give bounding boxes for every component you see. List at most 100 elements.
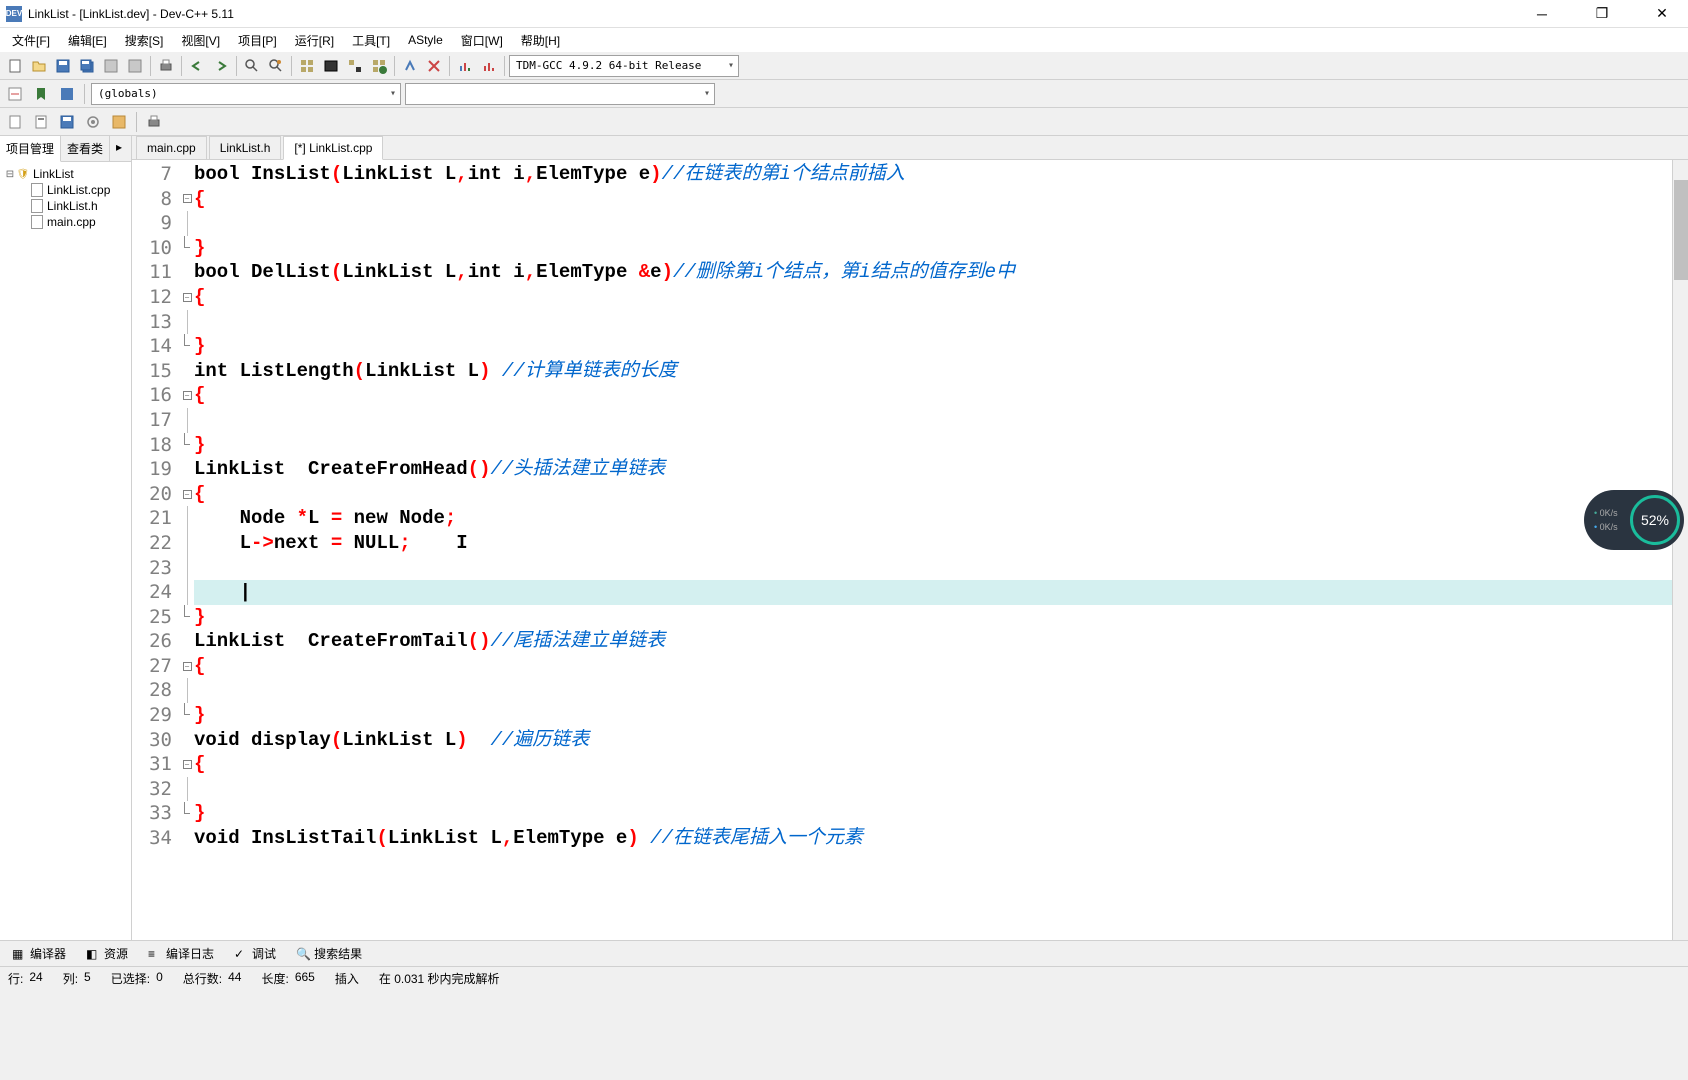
menu-bar: 文件[F]编辑[E]搜索[S]视图[V]项目[P]运行[R]工具[T]AStyl… [0,28,1688,52]
save-icon-2[interactable] [56,111,78,133]
delete-profile-icon[interactable] [478,55,500,77]
menu-item[interactable]: 视图[V] [173,30,228,51]
status-label: 已选择: [111,970,150,987]
toolbar-edit [0,108,1688,136]
print-icon[interactable] [155,55,177,77]
status-line: 24 [29,970,42,987]
bottom-tab-label: 编译日志 [166,945,214,962]
bottom-tab-label: 资源 [104,945,128,962]
fold-column[interactable]: −−−−−− [180,160,194,940]
vertical-scrollbar[interactable] [1672,160,1688,940]
scroll-thumb[interactable] [1674,180,1688,280]
goto-line-icon[interactable] [4,83,26,105]
file-item[interactable]: LinkList.cpp [2,182,129,198]
editor-tabs: main.cppLinkList.h[*] LinkList.cpp [132,136,1688,160]
tab-classes[interactable]: 查看类 [61,136,110,161]
menu-item[interactable]: 项目[P] [230,30,285,51]
minimize-button[interactable]: ─ [1522,4,1562,24]
redo-icon[interactable] [210,55,232,77]
maximize-button[interactable]: ❐ [1582,4,1622,24]
profile-icon[interactable] [454,55,476,77]
bottom-tab[interactable]: ▦编译器 [4,943,74,964]
function-select[interactable] [405,83,715,105]
bottom-tab-label: 调试 [252,945,276,962]
system-monitor-widget[interactable]: 0K/s 0K/s 52% [1584,490,1684,550]
search-icon: 🔍 [296,947,310,961]
app-icon: DEV [6,6,22,22]
editor-tab[interactable]: [*] LinkList.cpp [283,136,383,160]
editor-tab[interactable]: LinkList.h [209,136,282,159]
find-icon[interactable] [241,55,263,77]
status-len: 665 [295,970,315,987]
debug-icon[interactable] [399,55,421,77]
grid-icon: ▦ [12,947,26,961]
code-body[interactable]: bool InsList(LinkList L,int i,ElemType e… [194,160,1672,940]
net-up: 0K/s [1594,506,1618,520]
bookmark-icon[interactable] [30,83,52,105]
status-label: 总行数: [183,970,222,987]
bottom-tab[interactable]: ✓ 调试 [226,943,284,964]
properties-icon[interactable] [82,111,104,133]
check-icon: ✓ [234,947,248,961]
code-view[interactable]: 7891011121314151617181920212223242526272… [132,160,1688,940]
bottom-tab[interactable]: ◧ 资源 [78,943,136,964]
tab-project[interactable]: 项目管理 [0,136,61,162]
project-tree: ⊟ 🛡 LinkList LinkList.cpp LinkList.h mai… [0,162,131,940]
bottom-tab-label: 搜索结果 [314,945,362,962]
menu-item[interactable]: 运行[R] [287,30,342,51]
new-file-icon[interactable] [4,55,26,77]
menu-item[interactable]: 帮助[H] [513,30,568,51]
toggle-bookmark-icon[interactable] [56,83,78,105]
menu-item[interactable]: 编辑[E] [60,30,115,51]
cpu-ring: 52% [1630,495,1680,545]
menu-item[interactable]: 工具[T] [344,30,398,51]
file-icon [31,215,43,229]
file-item[interactable]: main.cpp [2,214,129,230]
replace-icon[interactable] [265,55,287,77]
globals-select[interactable]: (globals) [91,83,401,105]
project-options-icon[interactable] [108,111,130,133]
run-icon[interactable] [320,55,342,77]
close-button[interactable]: ✕ [1642,4,1682,24]
new-project-icon[interactable] [30,111,52,133]
open-icon[interactable] [28,55,50,77]
editor-tab[interactable]: main.cpp [136,136,207,159]
file-label: LinkList.h [47,199,98,213]
editor-area: main.cppLinkList.h[*] LinkList.cpp 78910… [132,136,1688,940]
status-label: 行: [8,970,23,987]
print-icon-2[interactable] [143,111,165,133]
bottom-tab[interactable]: 🔍 搜索结果 [288,943,370,964]
file-item[interactable]: LinkList.h [2,198,129,214]
window-title: LinkList - [LinkList.dev] - Dev-C++ 5.11 [28,7,1522,21]
project-icon: 🛡 [16,167,30,181]
stop-icon[interactable] [423,55,445,77]
cube-icon: ◧ [86,947,100,961]
file-label: main.cpp [47,215,96,229]
save-all-icon[interactable] [76,55,98,77]
project-root[interactable]: ⊟ 🛡 LinkList [2,166,129,182]
bottom-tab[interactable]: ≡编译日志 [140,943,222,964]
save-as-icon[interactable] [100,55,122,77]
save-icon[interactable] [52,55,74,77]
toolbar-main: TDM-GCC 4.9.2 64-bit Release [0,52,1688,80]
net-dn: 0K/s [1594,520,1618,534]
file-icon [31,183,43,197]
compile-run-icon[interactable] [344,55,366,77]
compiler-select[interactable]: TDM-GCC 4.9.2 64-bit Release [509,55,739,77]
sidebar-scroll-right[interactable]: ▸ [110,136,128,161]
menu-item[interactable]: 文件[F] [4,30,58,51]
status-col: 5 [84,970,91,987]
close-file-icon[interactable] [124,55,146,77]
new-source-icon[interactable] [4,111,26,133]
menu-item[interactable]: 窗口[W] [453,30,511,51]
file-label: LinkList.cpp [47,183,110,197]
undo-icon[interactable] [186,55,208,77]
menu-item[interactable]: 搜索[S] [117,30,172,51]
title-bar: DEV LinkList - [LinkList.dev] - Dev-C++ … [0,0,1688,28]
bottom-panel-tabs: ▦编译器 ◧ 资源 ≡编译日志 ✓ 调试 🔍 搜索结果 [0,940,1688,966]
menu-item[interactable]: AStyle [400,31,451,49]
status-sel: 0 [156,970,163,987]
toolbar-nav: (globals) [0,80,1688,108]
compile-icon[interactable] [296,55,318,77]
rebuild-icon[interactable] [368,55,390,77]
